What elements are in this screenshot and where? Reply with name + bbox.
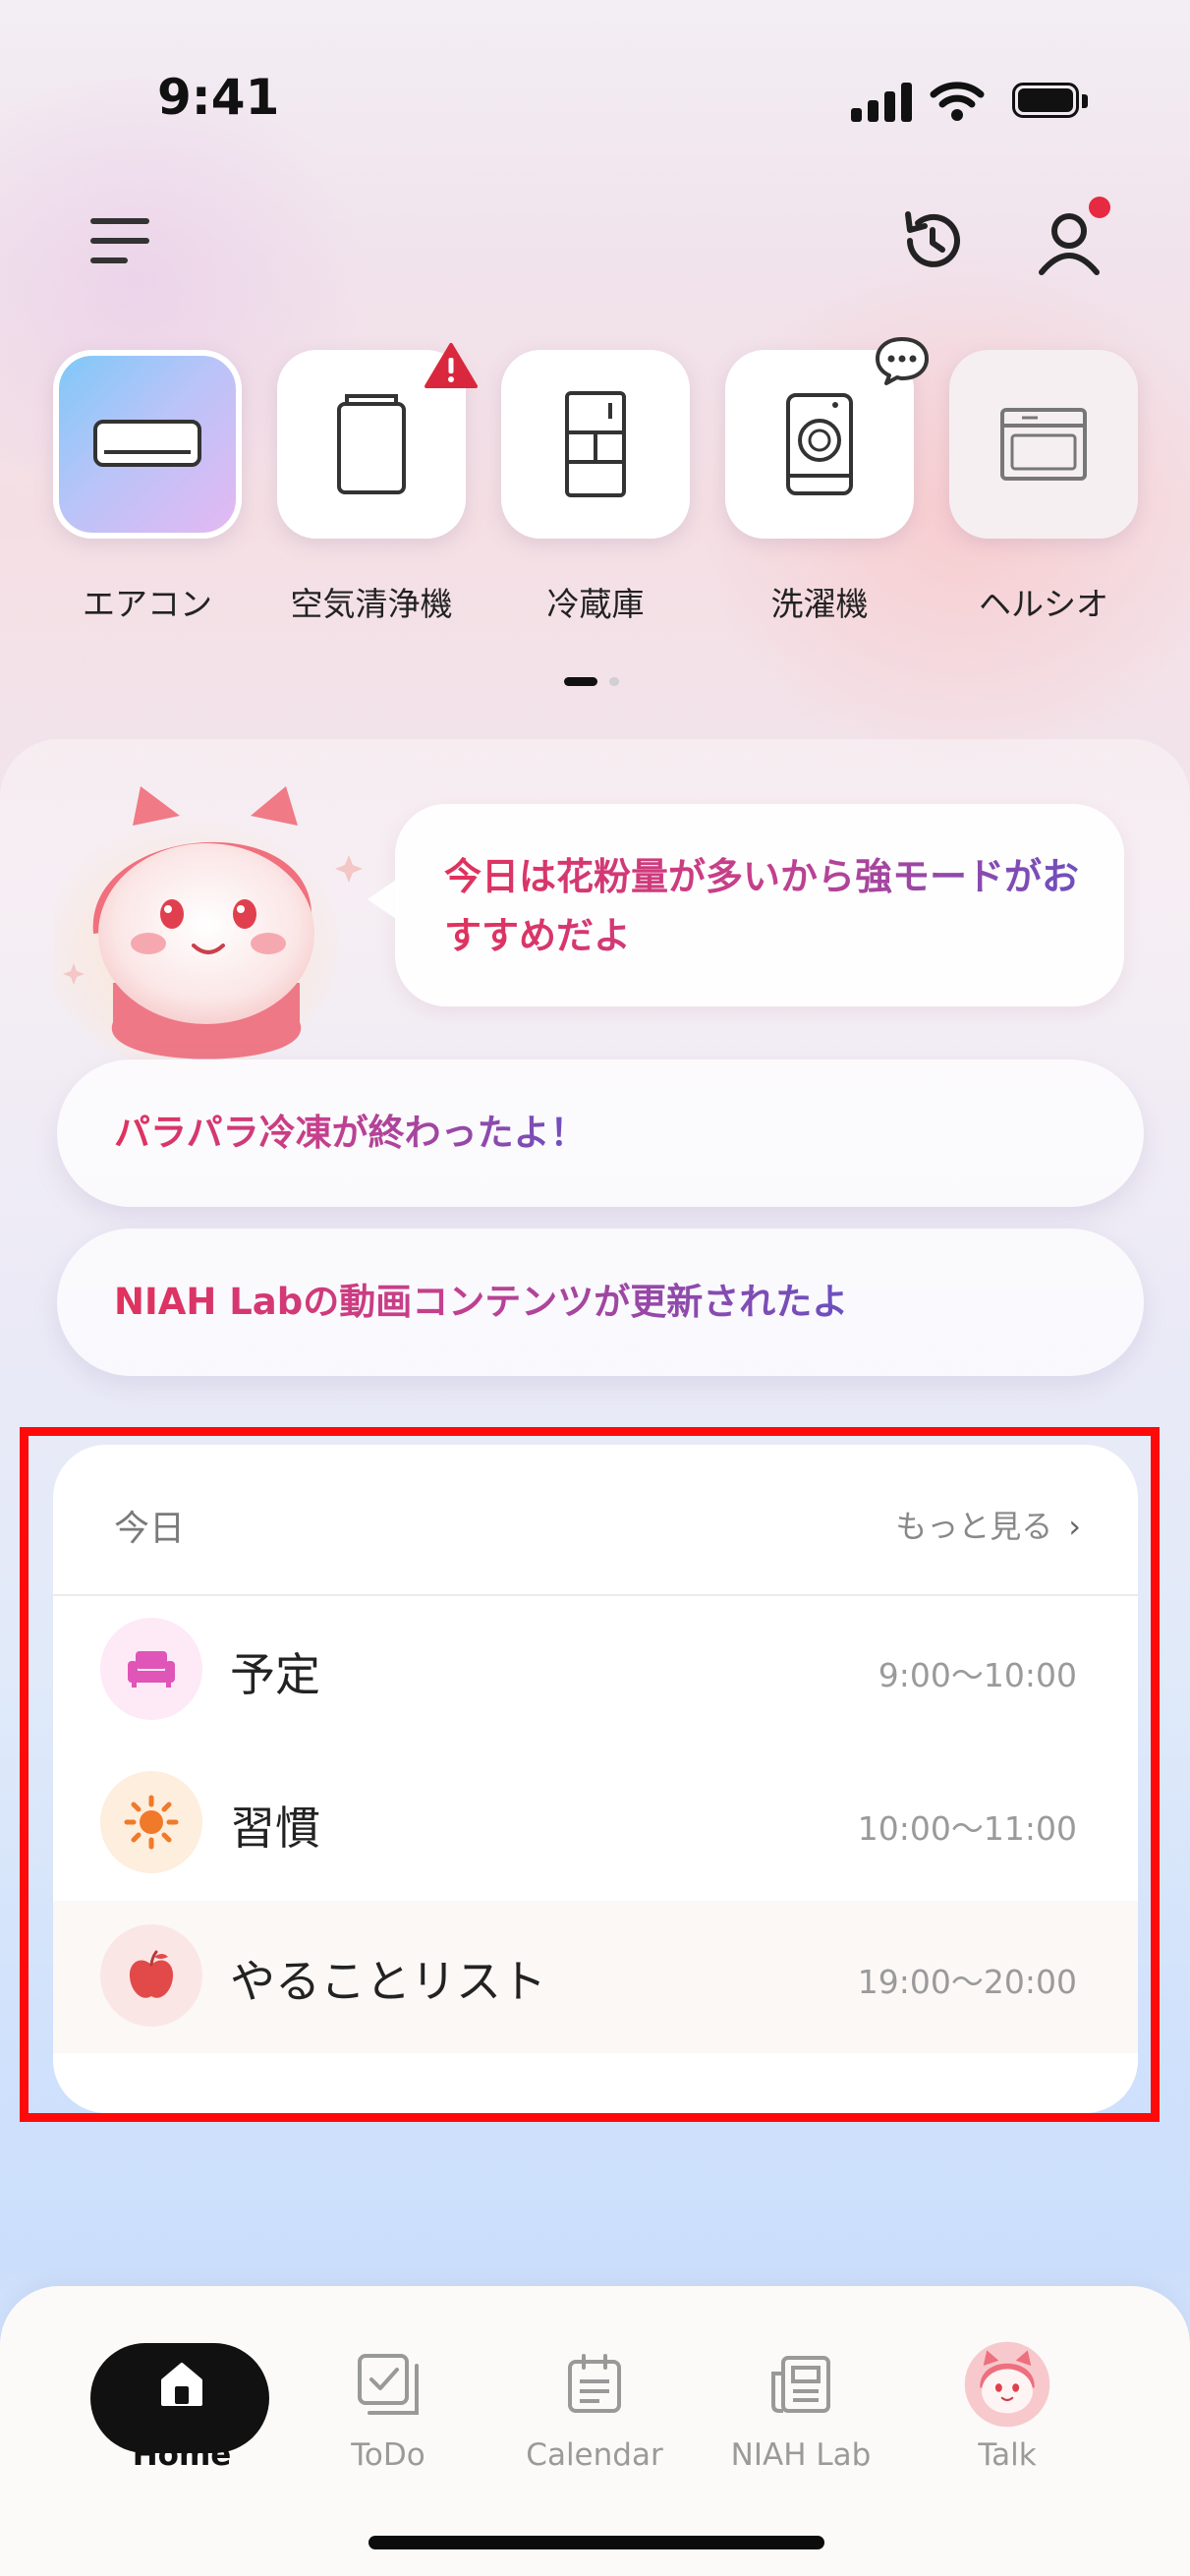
mascot-character-icon	[54, 786, 363, 1071]
device-label: エアコン	[83, 585, 212, 623]
todo-icon	[344, 2345, 432, 2424]
nav-label: Calendar	[526, 2437, 663, 2473]
oven-icon	[1000, 408, 1087, 481]
nav-calendar[interactable]: Calendar	[501, 2316, 688, 2492]
notification-card[interactable]: NIAH Labの動画コンテンツが更新されたよ	[57, 1229, 1144, 1376]
menu-icon[interactable]	[90, 218, 149, 265]
home-indicator	[368, 2536, 824, 2549]
notification-text: パラパラ冷凍が終わったよ！	[114, 1059, 587, 1207]
nav-niah-lab[interactable]: NIAH Lab	[708, 2316, 894, 2492]
notification-text: NIAH Labの動画コンテンツが更新されたよ	[114, 1229, 848, 1376]
nav-todo[interactable]: ToDo	[295, 2316, 482, 2492]
device-air-purifier[interactable]: 空気清浄機	[277, 343, 478, 623]
home-icon	[138, 2345, 226, 2424]
refrigerator-icon	[565, 391, 626, 497]
washing-machine-icon	[786, 393, 853, 495]
nav-label: ToDo	[351, 2437, 425, 2473]
device-label: 空気清浄機	[290, 585, 453, 623]
nav-home[interactable]: Home	[88, 2316, 275, 2492]
assistant-message: 今日は花粉量が多いから強モードがおすすめだよ	[444, 847, 1093, 965]
notification-dot	[1089, 197, 1110, 218]
nav-label: Home	[132, 2437, 232, 2473]
nav-label: Talk	[978, 2437, 1037, 2473]
device-air-conditioner[interactable]: エアコン	[53, 350, 242, 623]
device-label: ヘルシオ	[979, 585, 1108, 623]
battery-icon	[1012, 83, 1091, 120]
air-purifier-icon	[337, 394, 406, 494]
status-time: 9:41	[157, 69, 280, 126]
air-conditioner-icon	[93, 420, 201, 467]
calendar-icon	[550, 2345, 639, 2424]
highlight-frame	[20, 1427, 1160, 2122]
device-refrigerator[interactable]: 冷蔵庫	[501, 350, 690, 623]
nav-talk[interactable]: Talk	[914, 2316, 1101, 2492]
notification-card[interactable]: パラパラ冷凍が終わったよ！	[57, 1059, 1144, 1207]
cellular-signal-icon	[851, 83, 914, 122]
message-badge-icon	[876, 337, 929, 385]
history-icon[interactable]	[896, 206, 965, 275]
mascot-avatar-icon	[963, 2341, 1051, 2428]
wifi-icon	[930, 82, 985, 121]
device-washing-machine[interactable]: 洗濯機	[725, 337, 929, 623]
nav-label: NIAH Lab	[730, 2437, 872, 2473]
bottom-navigation: Home ToDo Calendar NIAH Lab Talk	[0, 2286, 1190, 2576]
speech-bubble-tail	[368, 878, 399, 921]
warning-badge-icon	[425, 343, 478, 388]
news-icon	[757, 2345, 845, 2424]
device-oven[interactable]: ヘルシオ	[949, 350, 1138, 623]
device-label: 洗濯機	[770, 585, 869, 623]
device-label: 冷蔵庫	[546, 585, 645, 623]
